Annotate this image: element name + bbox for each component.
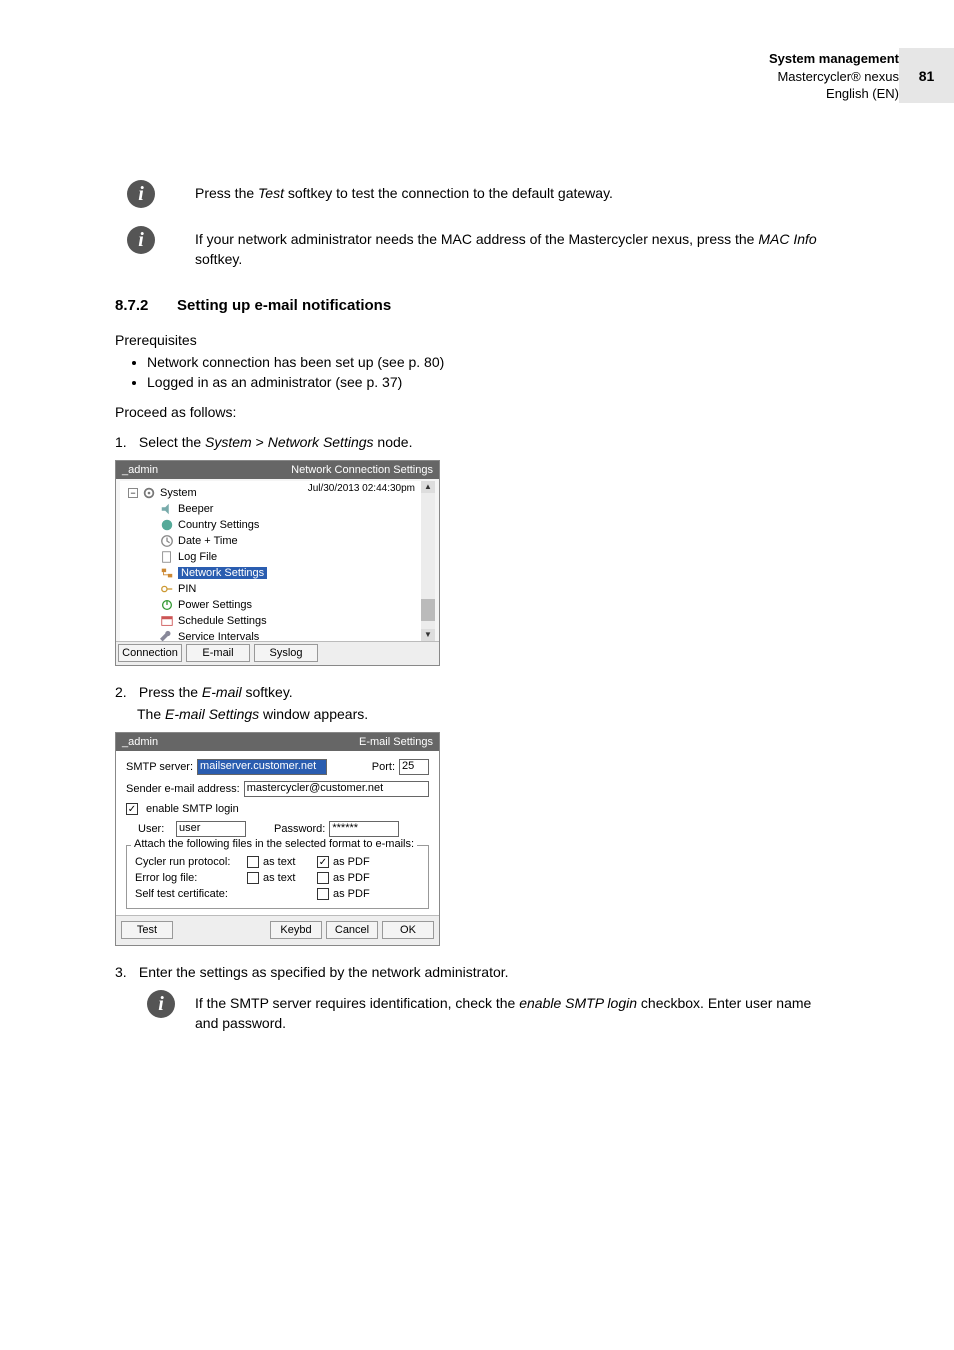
attach-row-label: Cycler run protocol: xyxy=(135,856,247,868)
sender-email-input[interactable]: mastercycler@customer.net xyxy=(244,781,429,797)
timestamp: Jul/30/2013 02:44:30pm xyxy=(308,481,421,494)
tree-node-pin[interactable]: PIN xyxy=(126,581,417,597)
syslog-button[interactable]: Syslog xyxy=(254,644,318,662)
as-text-checkbox[interactable] xyxy=(247,872,259,884)
tree-node-country[interactable]: Country Settings xyxy=(126,517,417,533)
scroll-up-button[interactable]: ▲ xyxy=(421,481,435,493)
sender-label: Sender e-mail address: xyxy=(126,783,240,795)
step-1: 1. Select the System > Network Settings … xyxy=(115,434,835,450)
user-label: User: xyxy=(138,823,172,835)
tree-node-network-settings[interactable]: Network Settings xyxy=(126,565,417,581)
window-titlebar: _admin Network Connection Settings xyxy=(116,461,439,479)
attach-group: Attach the following files in the select… xyxy=(126,845,429,909)
scroll-down-button[interactable]: ▼ xyxy=(421,629,435,641)
tree-node-datetime[interactable]: Date + Time xyxy=(126,533,417,549)
attach-legend: Attach the following files in the select… xyxy=(131,838,417,850)
info-note-mac: i If your network administrator needs th… xyxy=(115,226,835,269)
as-text-checkbox[interactable] xyxy=(247,856,259,868)
list-item: Logged in as an administrator (see p. 37… xyxy=(147,374,835,390)
as-pdf-checkbox[interactable] xyxy=(317,872,329,884)
titlebar-left: _admin xyxy=(122,464,158,476)
email-button[interactable]: E-mail xyxy=(186,644,250,662)
keybd-button[interactable]: Keybd xyxy=(270,921,322,939)
connection-button[interactable]: Connection xyxy=(118,644,182,662)
ok-button[interactable]: OK xyxy=(382,921,434,939)
window-titlebar: _admin E-mail Settings xyxy=(116,733,439,751)
tree-node-power[interactable]: Power Settings xyxy=(126,597,417,613)
list-item: Network connection has been set up (see … xyxy=(147,354,835,370)
step-2: 2. Press the E-mail softkey. The E-mail … xyxy=(115,684,835,722)
info-icon: i xyxy=(127,180,155,208)
as-pdf-checkbox[interactable] xyxy=(317,888,329,900)
info-note-text: Press the Test softkey to test the conne… xyxy=(195,180,835,204)
password-label: Password: xyxy=(274,823,325,835)
tree-label-selected: Network Settings xyxy=(178,567,267,579)
section-heading: 8.7.2Setting up e-mail notifications xyxy=(115,297,835,314)
test-button[interactable]: Test xyxy=(121,921,173,939)
globe-icon xyxy=(160,518,174,532)
tree-node-logfile[interactable]: Log File xyxy=(126,549,417,565)
attach-row-label: Error log file: xyxy=(135,872,247,884)
enable-smtp-checkbox[interactable]: ✓ xyxy=(126,803,138,815)
wrench-icon xyxy=(160,630,174,644)
info-icon: i xyxy=(147,990,175,1018)
titlebar-left: _admin xyxy=(122,736,158,748)
page-header: System management Mastercycler® nexus En… xyxy=(769,50,899,103)
key-icon xyxy=(160,582,174,596)
info-icon: i xyxy=(127,226,155,254)
tree-node-schedule[interactable]: Schedule Settings xyxy=(126,613,417,629)
tree-node-beeper[interactable]: Beeper xyxy=(126,501,417,517)
proceed-label: Proceed as follows: xyxy=(115,404,835,420)
file-icon xyxy=(160,550,174,564)
header-subtitle: Mastercycler® nexus xyxy=(769,68,899,86)
prerequisites-label: Prerequisites xyxy=(115,332,835,348)
cancel-button[interactable]: Cancel xyxy=(326,921,378,939)
section-title: Setting up e-mail notifications xyxy=(177,297,391,314)
titlebar-right: Network Connection Settings xyxy=(291,464,433,476)
port-label: Port: xyxy=(372,761,395,773)
user-input[interactable]: user xyxy=(176,821,246,837)
info-note-test: i Press the Test softkey to test the con… xyxy=(115,180,835,208)
step-3: 3. Enter the settings as specified by th… xyxy=(115,964,835,980)
info-note-text: If your network administrator needs the … xyxy=(195,226,835,269)
header-lang: English (EN) xyxy=(769,85,899,103)
titlebar-right: E-mail Settings xyxy=(359,736,433,748)
prerequisites-list: Network connection has been set up (see … xyxy=(133,354,835,390)
attach-row-label: Self test certificate: xyxy=(135,888,247,900)
tree-node-service[interactable]: Service Intervals xyxy=(126,629,417,645)
network-icon xyxy=(160,566,174,580)
password-input[interactable]: ****** xyxy=(329,821,399,837)
info-note-smtp: i If the SMTP server requires identifica… xyxy=(135,990,835,1033)
section-number: 8.7.2 xyxy=(115,297,177,314)
gear-icon xyxy=(142,486,156,500)
scrollbar-thumb[interactable] xyxy=(421,599,435,621)
info-note-text: If the SMTP server requires identificati… xyxy=(195,990,835,1033)
tree-toggle-icon[interactable]: − xyxy=(128,488,138,498)
header-title: System management xyxy=(769,50,899,68)
screenshot-network-settings: _admin Network Connection Settings Jul/3… xyxy=(115,460,440,666)
smtp-label: SMTP server: xyxy=(126,761,193,773)
settings-tree[interactable]: Jul/30/2013 02:44:30pm ▲ ▼ − System Beep… xyxy=(120,481,435,641)
clock-icon xyxy=(160,534,174,548)
softkey-bar: Test Keybd Cancel OK xyxy=(116,915,439,945)
smtp-server-input[interactable]: mailserver.customer.net xyxy=(197,759,327,775)
speaker-icon xyxy=(160,502,174,516)
calendar-icon xyxy=(160,614,174,628)
page-number: 81 xyxy=(899,48,954,103)
as-pdf-checkbox[interactable]: ✓ xyxy=(317,856,329,868)
screenshot-email-settings: _admin E-mail Settings SMTP server: mail… xyxy=(115,732,440,946)
port-input[interactable]: 25 xyxy=(399,759,429,775)
enable-smtp-label: enable SMTP login xyxy=(146,803,239,815)
power-icon xyxy=(160,598,174,612)
